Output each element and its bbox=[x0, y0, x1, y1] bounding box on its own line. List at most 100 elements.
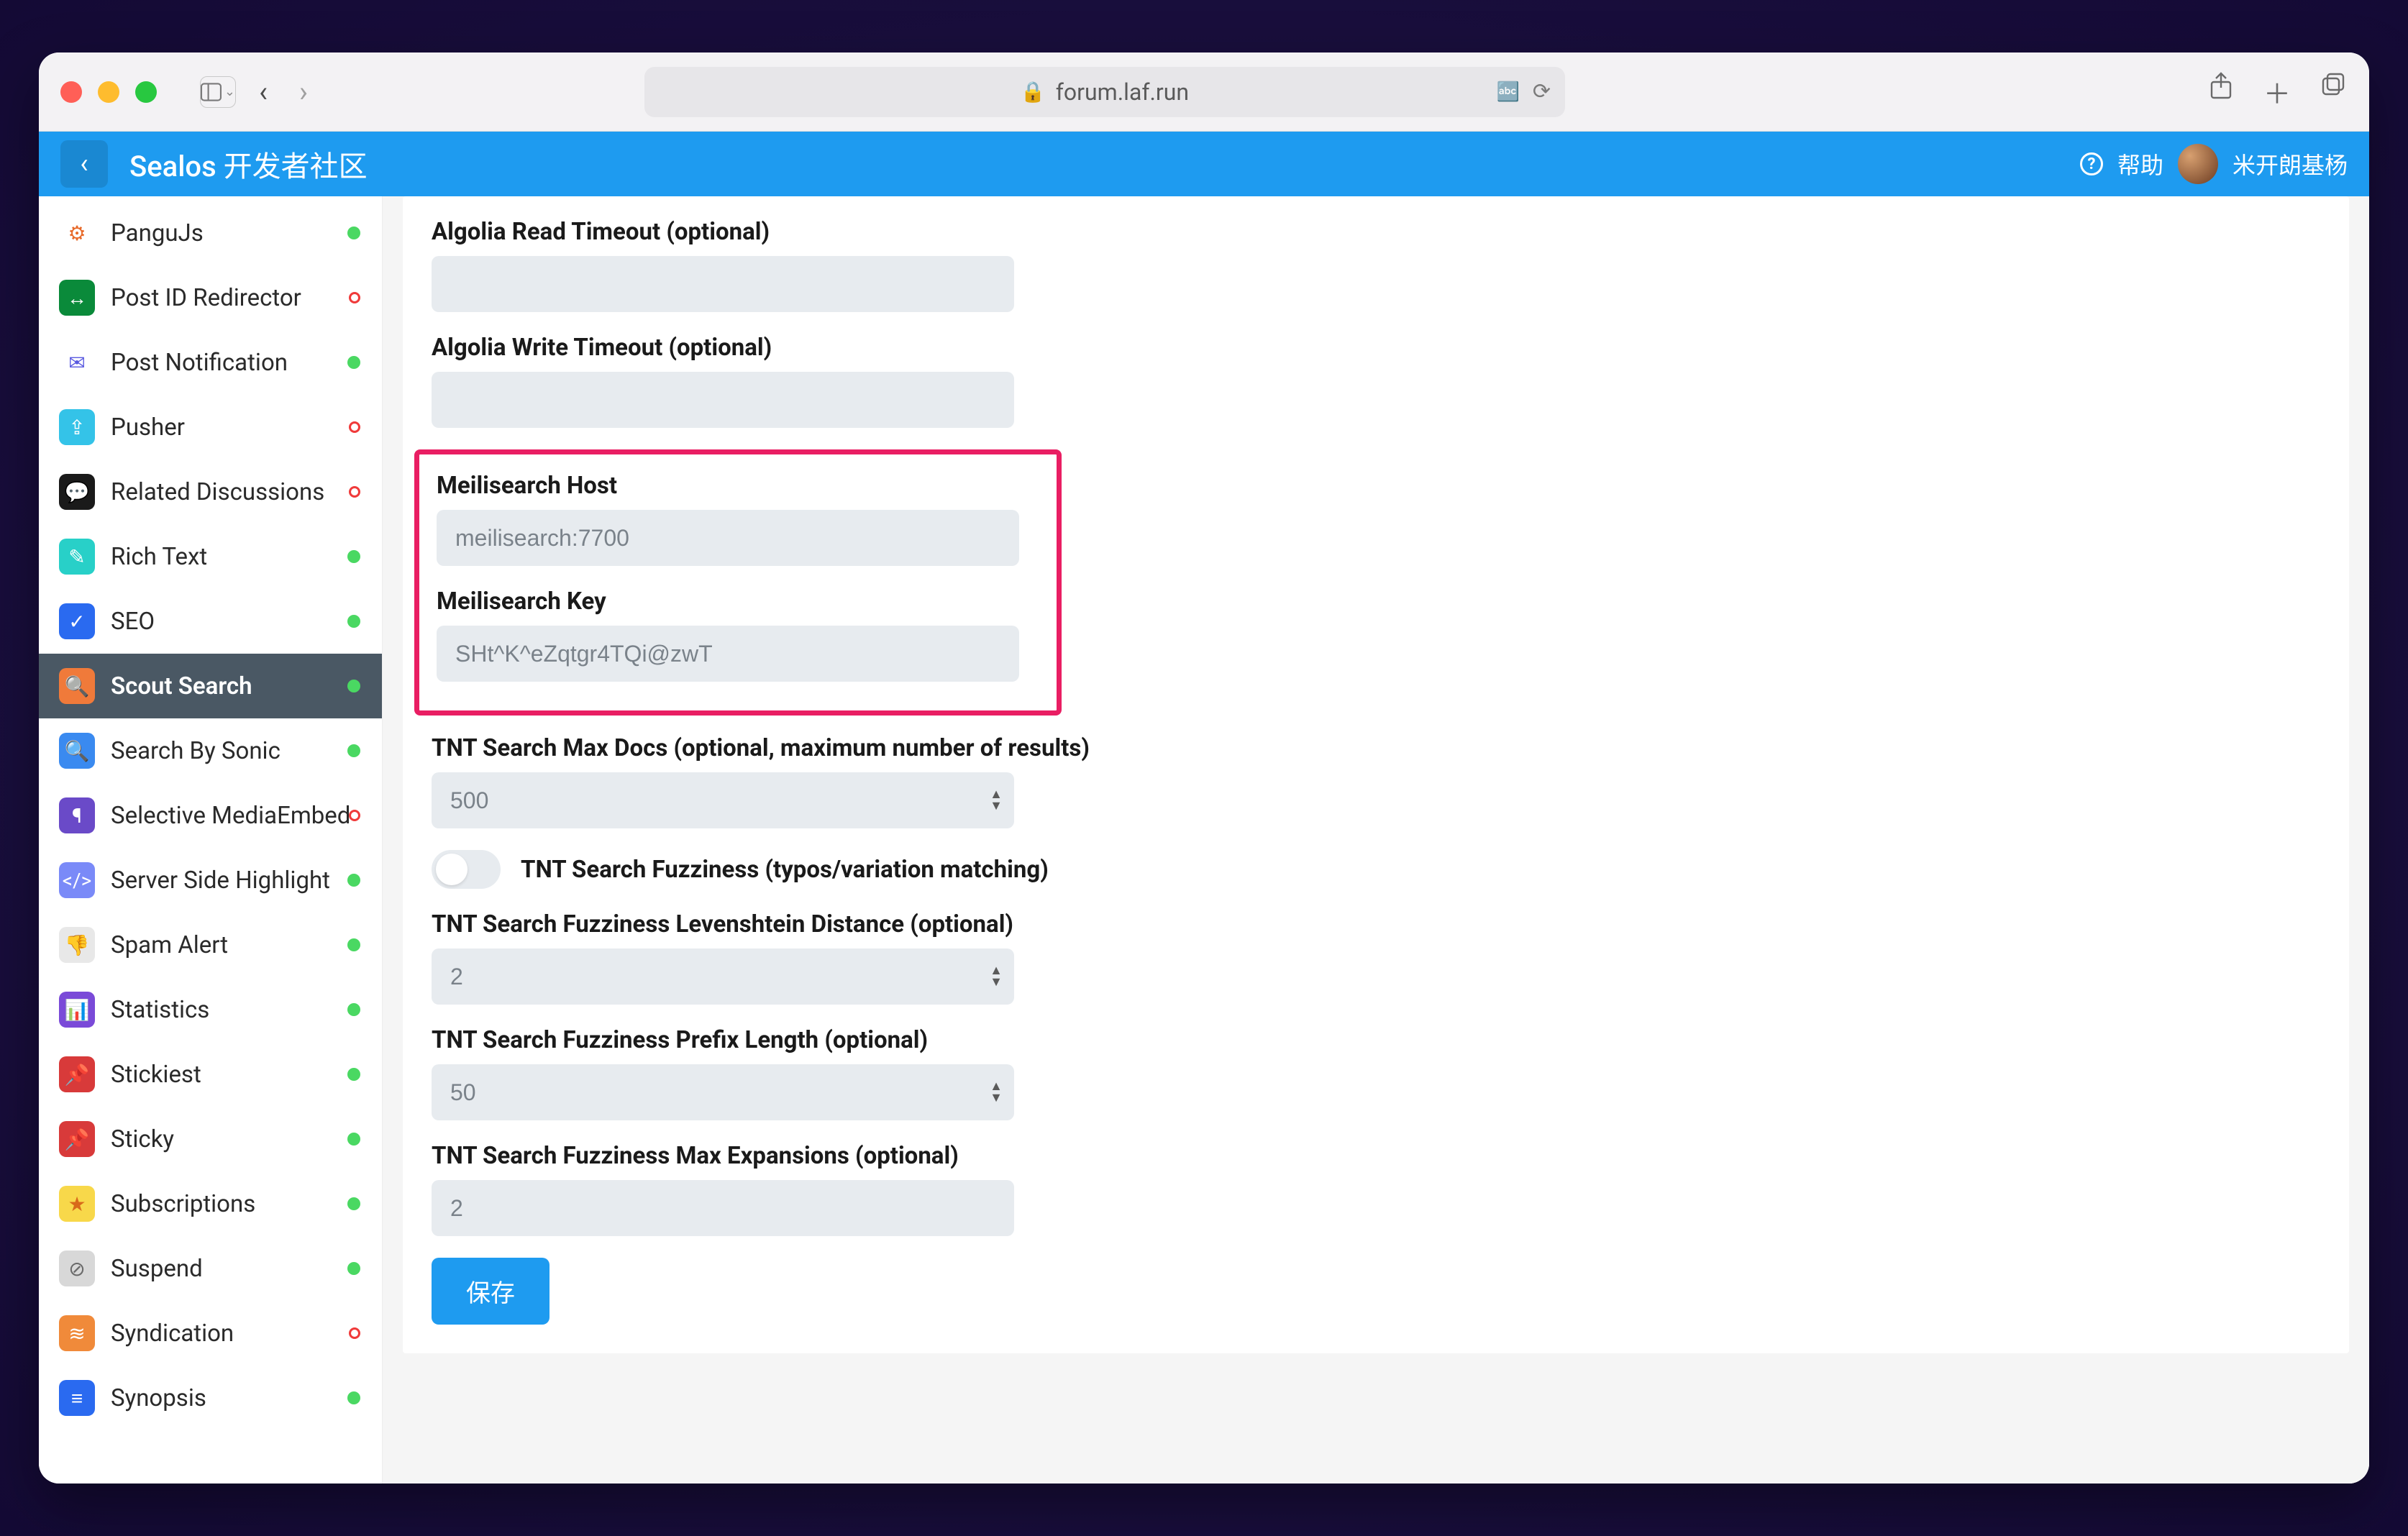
status-dot bbox=[349, 810, 360, 821]
tnt-maxexpansions-input[interactable] bbox=[432, 1180, 1014, 1236]
field-label: Algolia Write Timeout (optional) bbox=[432, 334, 2320, 362]
synopsis-icon: ≡ bbox=[59, 1380, 95, 1416]
nav-forward-button[interactable]: › bbox=[291, 79, 316, 105]
algolia-read-timeout-field: Algolia Read Timeout (optional) bbox=[432, 218, 2320, 312]
url-bar[interactable]: 🔒 forum.laf.run 🔤 ⟳ bbox=[644, 67, 1565, 117]
sidebar-item-statistics[interactable]: 📊Statistics bbox=[39, 977, 382, 1042]
browser-window: ⌄ ‹ › 🔒 forum.laf.run 🔤 ⟳ ＋ ‹ Sealos 开发者… bbox=[39, 52, 2369, 1484]
help-icon[interactable]: ? bbox=[2080, 152, 2103, 175]
sidebar-item-label: Post Notification bbox=[111, 349, 288, 377]
sidebar-item-sticky[interactable]: 📌 Sticky bbox=[39, 1107, 382, 1171]
app-header: ‹ Sealos 开发者社区 ? 帮助 米开朗基杨 bbox=[39, 132, 2369, 196]
status-dot bbox=[347, 1133, 360, 1146]
sidebar-item-selective-mediaembed[interactable]: ¶Selective MediaEmbed bbox=[39, 783, 382, 848]
chevron-left-icon: ‹ bbox=[80, 148, 88, 180]
tnt-maxexpansions-field: TNT Search Fuzziness Max Expansions (opt… bbox=[432, 1142, 2320, 1236]
discussion-icon: 💬 bbox=[59, 474, 95, 510]
status-dot bbox=[349, 486, 360, 498]
sidebar-item-server-side-highlight[interactable]: </>Server Side Highlight bbox=[39, 848, 382, 913]
algolia-read-timeout-input[interactable] bbox=[432, 256, 1014, 312]
sidebar-item-syndication[interactable]: ≋Syndication bbox=[39, 1301, 382, 1366]
close-window-button[interactable] bbox=[60, 81, 82, 103]
sidebar-item-related-discussions[interactable]: 💬Related Discussions bbox=[39, 460, 382, 524]
avatar[interactable] bbox=[2178, 144, 2218, 184]
status-dot bbox=[347, 744, 360, 757]
nav-back-button[interactable]: ‹ bbox=[250, 79, 276, 105]
stepper-arrows-icon[interactable]: ▲▼ bbox=[990, 965, 1003, 988]
sidebar-item-search-by-sonic[interactable]: 🔍Search By Sonic bbox=[39, 718, 382, 783]
sidebar-item-post-notification[interactable]: ✉Post Notification bbox=[39, 330, 382, 395]
sidebar-item-spam-alert[interactable]: 👎Spam Alert bbox=[39, 913, 382, 977]
tabs-overview-icon[interactable] bbox=[2319, 72, 2348, 111]
field-label: TNT Search Fuzziness Levenshtein Distanc… bbox=[432, 910, 2320, 938]
stepper-arrows-icon[interactable]: ▲▼ bbox=[990, 1081, 1003, 1104]
tnt-maxdocs-field: TNT Search Max Docs (optional, maximum n… bbox=[432, 734, 2320, 828]
app-title[interactable]: Sealos 开发者社区 bbox=[129, 143, 368, 185]
meilisearch-highlight: Meilisearch Host Meilisearch Key bbox=[414, 449, 1062, 716]
redirect-icon: ↔ bbox=[59, 280, 95, 316]
status-dot bbox=[347, 874, 360, 887]
status-dot bbox=[347, 1262, 360, 1275]
sidebar-toggle-button[interactable]: ⌄ bbox=[200, 76, 236, 108]
status-dot bbox=[347, 356, 360, 369]
sidebar-item-scout-search[interactable]: 🔍Scout Search bbox=[39, 654, 382, 718]
tnt-prefix-field: TNT Search Fuzziness Prefix Length (opti… bbox=[432, 1026, 2320, 1120]
traffic-lights bbox=[60, 81, 157, 103]
admin-back-button[interactable]: ‹ bbox=[60, 140, 108, 188]
rss-icon: ≋ bbox=[59, 1315, 95, 1351]
toggle-knob bbox=[436, 854, 468, 885]
status-dot bbox=[347, 680, 360, 692]
settings-panel[interactable]: Algolia Read Timeout (optional) Algolia … bbox=[383, 196, 2369, 1484]
status-dot bbox=[347, 615, 360, 628]
minimize-window-button[interactable] bbox=[98, 81, 119, 103]
sticky-icon: 📌 bbox=[59, 1121, 95, 1157]
share-icon[interactable] bbox=[2207, 72, 2235, 111]
field-label: Meilisearch Key bbox=[437, 588, 1039, 616]
algolia-write-timeout-field: Algolia Write Timeout (optional) bbox=[432, 334, 2320, 428]
tnt-fuzziness-toggle-row: TNT Search Fuzziness (typos/variation ma… bbox=[432, 850, 2320, 889]
statistics-icon: 📊 bbox=[59, 992, 95, 1028]
suspend-icon: ⊘ bbox=[59, 1251, 95, 1286]
field-label: Meilisearch Host bbox=[437, 472, 1039, 500]
stickiest-icon: 📌 bbox=[59, 1056, 95, 1092]
spam-icon: 👎 bbox=[59, 927, 95, 963]
save-button[interactable]: 保存 bbox=[432, 1258, 549, 1325]
status-dot bbox=[347, 1003, 360, 1016]
tnt-maxdocs-input[interactable] bbox=[432, 772, 1014, 828]
mediaembed-icon: ¶ bbox=[59, 797, 95, 833]
sidebar-item-label: Post ID Redirector bbox=[111, 284, 301, 312]
sidebar-item-pangujs[interactable]: ⚙PanguJs bbox=[39, 201, 382, 265]
sidebar-item-rich-text[interactable]: ✎Rich Text bbox=[39, 524, 382, 589]
browser-right-icons: ＋ bbox=[2207, 72, 2348, 111]
sidebar-item-label: Suspend bbox=[111, 1255, 203, 1283]
sidebar-item-synopsis[interactable]: ≡Synopsis bbox=[39, 1366, 382, 1430]
sidebar-item-subscriptions[interactable]: ★Subscriptions bbox=[39, 1171, 382, 1236]
help-label[interactable]: 帮助 bbox=[2117, 147, 2163, 180]
sidebar-item-label: Search By Sonic bbox=[111, 737, 281, 765]
stepper-arrows-icon[interactable]: ▲▼ bbox=[990, 789, 1003, 812]
sidebar-item-seo[interactable]: ✓SEO bbox=[39, 589, 382, 654]
extensions-sidebar[interactable]: ⚙PanguJs ↔ Post ID Redirector ✉Post Notific… bbox=[39, 196, 383, 1484]
algolia-write-timeout-input[interactable] bbox=[432, 372, 1014, 428]
field-label: TNT Search Max Docs (optional, maximum n… bbox=[432, 734, 2320, 762]
subscriptions-icon: ★ bbox=[59, 1186, 95, 1222]
sidebar-item-label: Sticky bbox=[111, 1125, 174, 1153]
tnt-levenshtein-input[interactable] bbox=[432, 948, 1014, 1005]
field-label: Algolia Read Timeout (optional) bbox=[432, 218, 2320, 246]
sidebar-item-pusher[interactable]: ⇪Pusher bbox=[39, 395, 382, 460]
new-tab-icon[interactable]: ＋ bbox=[2263, 72, 2291, 111]
translate-icon[interactable]: 🔤 bbox=[1496, 81, 1519, 103]
status-dot bbox=[349, 421, 360, 433]
tnt-prefix-input[interactable] bbox=[432, 1064, 1014, 1120]
meilisearch-key-input[interactable] bbox=[437, 626, 1019, 682]
sidebar-item-suspend[interactable]: ⊘ Suspend bbox=[39, 1236, 382, 1301]
sidebar-item-label: PanguJs bbox=[111, 219, 204, 247]
meilisearch-host-input[interactable] bbox=[437, 510, 1019, 566]
status-dot bbox=[347, 227, 360, 239]
username[interactable]: 米开朗基杨 bbox=[2233, 147, 2348, 180]
maximize-window-button[interactable] bbox=[135, 81, 157, 103]
sidebar-item-post-id-redirector[interactable]: ↔ Post ID Redirector bbox=[39, 265, 382, 330]
reload-icon[interactable]: ⟳ bbox=[1533, 79, 1551, 104]
sidebar-item-stickiest[interactable]: 📌Stickiest bbox=[39, 1042, 382, 1107]
tnt-fuzziness-toggle[interactable] bbox=[432, 850, 501, 889]
